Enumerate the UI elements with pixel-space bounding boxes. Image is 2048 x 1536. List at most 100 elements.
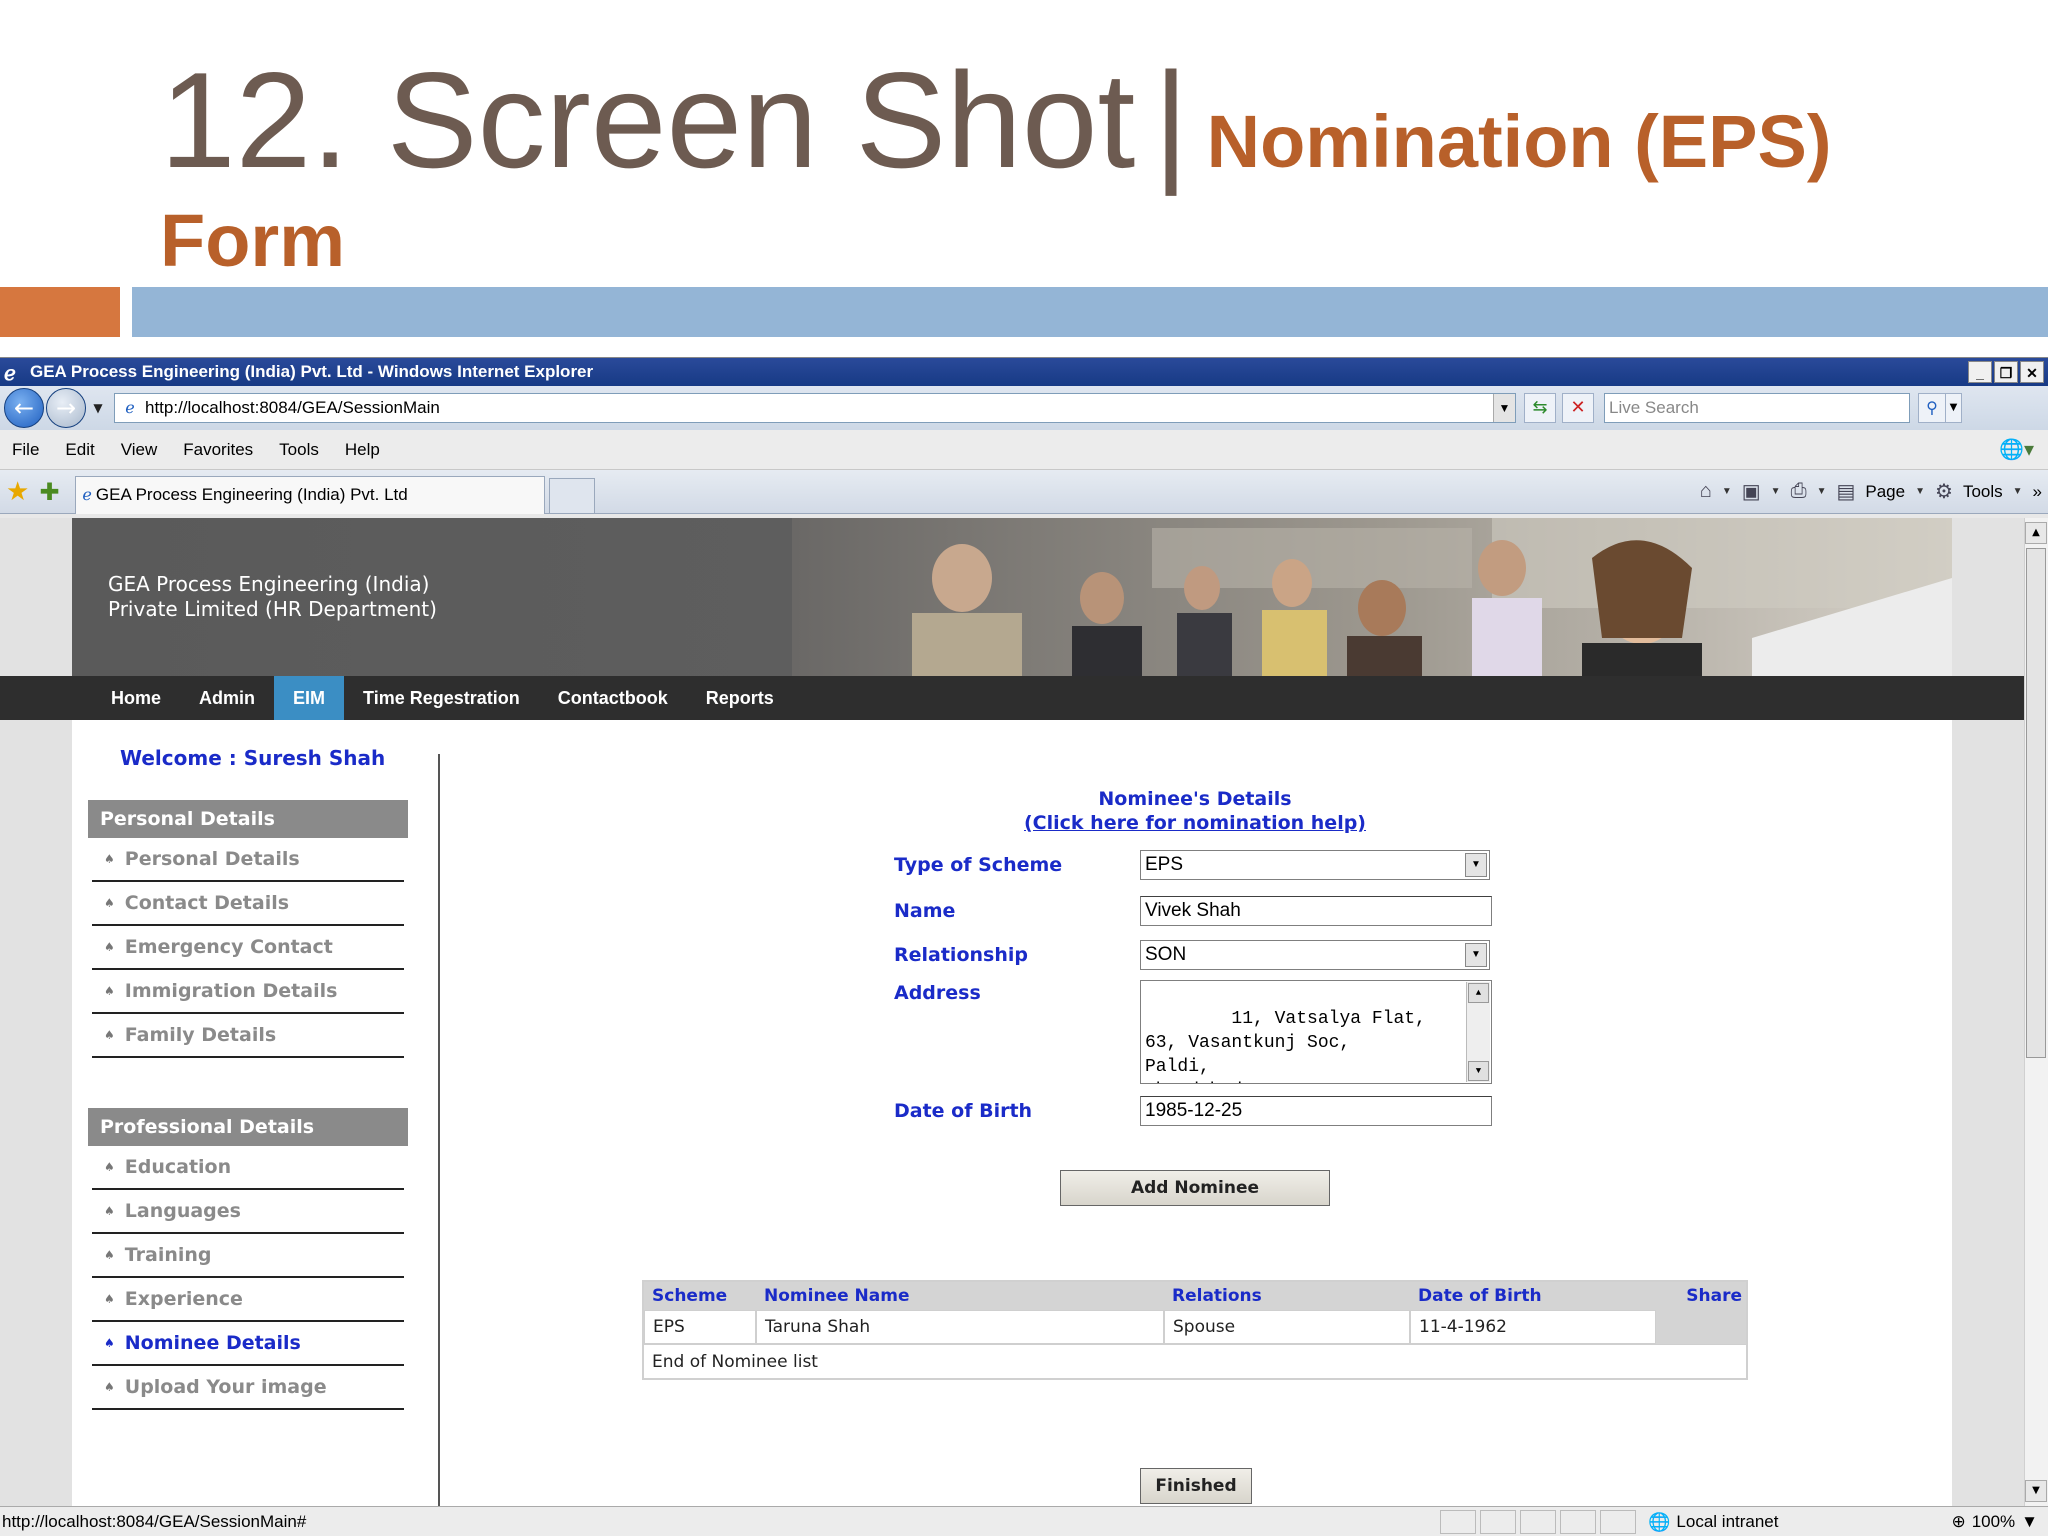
browser-window: ℯ GEA Process Engineering (India) Pvt. L…: [0, 357, 2048, 1536]
stop-icon[interactable]: ✕: [1562, 393, 1594, 423]
tools-dropdown-icon[interactable]: ▼: [2013, 486, 2023, 497]
address-input[interactable]: ℯ http://localhost:8084/GEA/SessionMain …: [114, 393, 1516, 423]
sidebar-heading-personal: Personal Details: [88, 800, 408, 838]
print-dropdown-icon[interactable]: ▼: [1817, 486, 1827, 497]
company-name: GEA Process Engineering (India) Private …: [108, 572, 437, 622]
nomination-help-link[interactable]: (Click here for nomination help): [960, 812, 1430, 834]
relationship-select[interactable]: SON ▼: [1140, 940, 1490, 970]
nav-reports[interactable]: Reports: [687, 676, 793, 720]
intranet-globe-icon: 🌐: [1648, 1511, 1671, 1532]
scroll-up-icon[interactable]: ▲: [2025, 522, 2047, 544]
tab-bar: ★ ✚ ℯ GEA Process Engineering (India) Pv…: [0, 470, 2048, 514]
forward-icon[interactable]: →: [46, 388, 86, 428]
print-icon[interactable]: ⎙: [1791, 480, 1807, 503]
scheme-select[interactable]: EPS ▼: [1140, 850, 1490, 880]
sidebar-item-upload-image[interactable]: ♠ Upload Your image: [92, 1366, 404, 1410]
sidebar-item-languages[interactable]: ♠ Languages: [92, 1190, 404, 1234]
menu-edit[interactable]: Edit: [65, 440, 94, 460]
tools-menu-label[interactable]: Tools: [1963, 482, 2003, 502]
page-scrollbar[interactable]: ▲ ▼: [2024, 518, 2048, 1506]
feeds-dropdown-icon[interactable]: ▼: [1771, 486, 1781, 497]
page-menu-icon[interactable]: ▤: [1836, 479, 1855, 504]
menu-tools[interactable]: Tools: [279, 440, 319, 460]
search-icon[interactable]: ⚲: [1918, 393, 1946, 423]
nav-eim[interactable]: EIM: [274, 676, 345, 720]
tools-gear-icon[interactable]: ⚙: [1935, 479, 1953, 504]
column-header-relations: Relations: [1172, 1286, 1262, 1306]
address-text: http://localhost:8084/GEA/SessionMain: [145, 398, 440, 417]
address-dropdown-icon[interactable]: ▼: [1493, 394, 1515, 422]
scroll-down-icon[interactable]: ▼: [2025, 1480, 2047, 1502]
cell-share: [1656, 1310, 1746, 1344]
address-textarea[interactable]: 11, Vatsalya Flat, 63, Vasantkunj Soc, P…: [1140, 980, 1492, 1084]
sidebar-item-label: Experience: [124, 1288, 243, 1310]
tab-title: GEA Process Engineering (India) Pvt. Ltd: [95, 485, 408, 504]
scroll-thumb[interactable]: [2026, 548, 2046, 1058]
search-options-icon[interactable]: ▼: [1946, 393, 1962, 423]
home-icon[interactable]: ⌂: [1700, 480, 1712, 503]
chevron-down-icon[interactable]: ▼: [1465, 943, 1487, 967]
scheme-select-value: EPS: [1145, 854, 1184, 875]
bullet-icon: ♠: [104, 1336, 115, 1350]
zoom-level: 100%: [1971, 1512, 2016, 1531]
scroll-up-icon[interactable]: ▲: [1468, 983, 1489, 1003]
minimize-button[interactable]: _: [1968, 361, 1992, 383]
chevron-more-icon[interactable]: »: [2033, 482, 2042, 502]
menu-favorites[interactable]: Favorites: [183, 440, 253, 460]
nominee-table: Scheme Nominee Name Relations Date of Bi…: [642, 1280, 1748, 1380]
refresh-icon[interactable]: ⇆: [1524, 393, 1556, 423]
zoom-dropdown-icon[interactable]: ▼: [2021, 1512, 2038, 1532]
scroll-down-icon[interactable]: ▼: [1468, 1061, 1489, 1081]
slide-title-subtitle: Nomination (EPS): [1206, 100, 1832, 183]
nav-admin[interactable]: Admin: [180, 676, 274, 720]
add-nominee-button[interactable]: Add Nominee: [1060, 1170, 1330, 1206]
page-menu-label[interactable]: Page: [1865, 482, 1905, 502]
nav-home[interactable]: Home: [92, 676, 180, 720]
back-icon[interactable]: ←: [4, 388, 44, 428]
sidebar-divider: [438, 754, 440, 1506]
search-input[interactable]: Live Search: [1604, 393, 1910, 423]
sidebar-item-label: Education: [124, 1156, 232, 1178]
sidebar-item-immigration-details[interactable]: ♠ Immigration Details: [92, 970, 404, 1014]
restore-button[interactable]: ❐: [1994, 361, 2018, 383]
nav-time-registration[interactable]: Time Regestration: [344, 676, 539, 720]
sidebar-item-personal-details[interactable]: ♠ Personal Details: [92, 838, 404, 882]
sidebar-item-education[interactable]: ♠ Education: [92, 1146, 404, 1190]
sidebar-item-label: Languages: [124, 1200, 241, 1222]
add-favorite-icon[interactable]: ✚: [39, 478, 59, 506]
new-tab-button[interactable]: [549, 477, 596, 514]
menu-view[interactable]: View: [121, 440, 158, 460]
table-header: Scheme Nominee Name Relations Date of Bi…: [644, 1282, 1746, 1310]
sidebar-item-emergency-contact[interactable]: ♠ Emergency Contact: [92, 926, 404, 970]
sidebar-item-nominee-details[interactable]: ♠ Nominee Details: [92, 1322, 404, 1366]
bullet-icon: ♠: [104, 1028, 115, 1042]
site-header-banner: GEA Process Engineering (India) Private …: [72, 518, 1952, 676]
sidebar-heading-professional: Professional Details: [88, 1108, 408, 1146]
zone-label: Local intranet: [1676, 1512, 1779, 1531]
finished-button[interactable]: Finished: [1140, 1468, 1252, 1504]
zoom-control[interactable]: ⊕ 100% ▼: [1951, 1512, 2048, 1532]
dob-input[interactable]: 1985-12-25: [1140, 1096, 1492, 1126]
sidebar-item-family-details[interactable]: ♠ Family Details: [92, 1014, 404, 1058]
security-zone[interactable]: 🌐 Local intranet: [1648, 1512, 1888, 1533]
home-dropdown-icon[interactable]: ▼: [1722, 486, 1732, 497]
name-input[interactable]: Vivek Shah: [1140, 896, 1492, 926]
menu-file[interactable]: File: [12, 440, 39, 460]
sidebar-item-training[interactable]: ♠ Training: [92, 1234, 404, 1278]
close-button[interactable]: ✕: [2020, 361, 2044, 383]
chevron-down-icon[interactable]: ▼: [1465, 853, 1487, 877]
sidebar-item-contact-details[interactable]: ♠ Contact Details: [92, 882, 404, 926]
textarea-scrollbar[interactable]: ▲ ▼: [1466, 982, 1490, 1082]
form-title: Nominee's Details: [1098, 788, 1292, 810]
sidebar-item-label: Immigration Details: [124, 980, 338, 1002]
relationship-select-value: SON: [1145, 944, 1187, 965]
page-dropdown-icon[interactable]: ▼: [1915, 486, 1925, 497]
nav-contactbook[interactable]: Contactbook: [539, 676, 687, 720]
internet-globe-icon[interactable]: 🌐▾: [1999, 437, 2034, 462]
history-dropdown-icon[interactable]: ▼: [86, 401, 110, 415]
browser-tab[interactable]: ℯ GEA Process Engineering (India) Pvt. L…: [75, 475, 546, 514]
favorites-star-icon[interactable]: ★: [6, 477, 29, 507]
menu-help[interactable]: Help: [345, 440, 380, 460]
feeds-icon[interactable]: ▣: [1742, 479, 1761, 504]
sidebar-item-experience[interactable]: ♠ Experience: [92, 1278, 404, 1322]
